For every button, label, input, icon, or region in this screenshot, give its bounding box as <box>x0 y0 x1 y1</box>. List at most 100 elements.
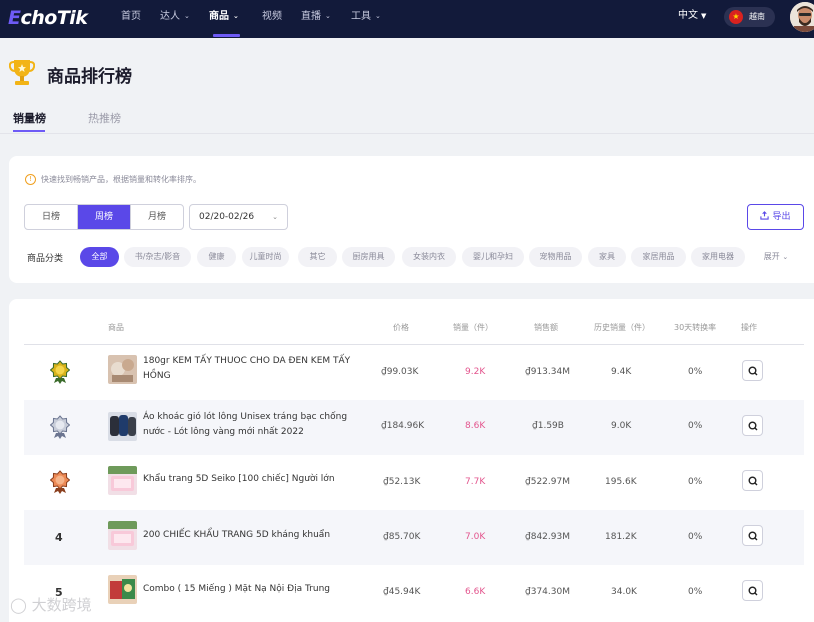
price-cell: ₫99.03K <box>381 367 419 377</box>
product-name[interactable]: 180gr KEM TẤY THUOC CHO DA ĐEN KEM TẤY H… <box>143 354 363 384</box>
col-header-revenue: 销售额 <box>534 323 558 332</box>
chevron-down-icon: ⌄ <box>782 253 789 261</box>
expand-categories-button[interactable]: 展开 ⌄ <box>756 247 796 267</box>
sales-cell: 9.2K <box>465 367 486 377</box>
category-womens-wear[interactable]: 女装内衣 <box>402 247 456 267</box>
trophy-icon <box>9 60 35 85</box>
conversion-cell: 0% <box>688 421 703 431</box>
sales-cell: 6.6K <box>465 587 486 597</box>
col-header-sales: 销量（件） <box>453 323 493 332</box>
product-thumbnail <box>108 355 137 384</box>
info-icon: ! <box>25 174 36 185</box>
category-kitchen[interactable]: 厨房用具 <box>342 247 395 267</box>
price-cell: ₫184.96K <box>381 421 425 431</box>
language-select[interactable]: 中文 ▼ <box>678 0 706 32</box>
category-baby-maternity[interactable]: 婴儿和孕妇 <box>462 247 524 267</box>
product-thumbnail <box>108 466 137 495</box>
sales-cell: 8.6K <box>465 421 486 431</box>
category-books-media[interactable]: 书/杂志/影音 <box>124 247 191 267</box>
category-other[interactable]: 其它 <box>298 247 337 267</box>
category-home[interactable]: 家居用品 <box>631 247 686 267</box>
search-icon <box>748 531 758 541</box>
search-icon <box>748 421 758 431</box>
history-sales-cell: 195.6K <box>605 477 637 487</box>
tab-hot-ranking[interactable]: 热推榜 <box>88 110 121 126</box>
bronze-medal-icon <box>50 470 70 494</box>
chevron-down-icon: ⌄ <box>272 213 278 221</box>
product-name[interactable]: Áo khoác gió lót lông Unisex tráng bạc c… <box>143 410 363 440</box>
product-name[interactable]: Khẩu trang 5D Seiko [100 chiếc] Người lớ… <box>143 472 363 487</box>
search-icon <box>748 476 758 486</box>
nav-item-home[interactable]: 首页 <box>121 0 141 38</box>
chevron-down-icon: ⌄ <box>325 12 331 20</box>
view-detail-button[interactable] <box>742 360 763 381</box>
sales-cell: 7.7K <box>465 477 486 487</box>
period-weekly-button[interactable]: 周榜 <box>78 205 131 229</box>
gold-medal-icon <box>50 360 70 384</box>
category-all[interactable]: 全部 <box>80 247 119 267</box>
export-icon <box>760 211 770 220</box>
nav-item-tools[interactable]: 工具 ⌄ <box>351 0 381 38</box>
table-row[interactable]: 4 200 CHIẾC KHẨU TRANG 5D kháng khuẩn ₫8… <box>24 510 804 565</box>
price-cell: ₫85.70K <box>383 532 421 542</box>
nav-item-videos[interactable]: 视频 <box>262 0 282 38</box>
col-header-product: 商品 <box>108 323 124 332</box>
date-range-select[interactable]: 02/20-02/26 ⌄ <box>189 204 288 230</box>
region-select[interactable]: ★ 越南 <box>724 7 775 27</box>
price-cell: ₫45.94K <box>383 587 421 597</box>
history-sales-cell: 9.4K <box>611 367 632 377</box>
col-header-conversion: 30天转换率 <box>674 323 717 332</box>
silver-medal-icon <box>50 415 70 439</box>
period-monthly-button[interactable]: 月榜 <box>131 205 183 229</box>
view-detail-button[interactable] <box>742 415 763 436</box>
tab-sales-ranking[interactable]: 销量榜 <box>13 110 46 126</box>
product-thumbnail <box>108 412 137 441</box>
chevron-down-icon: ⌄ <box>233 12 239 20</box>
category-furniture[interactable]: 家具 <box>588 247 626 267</box>
conversion-cell: 0% <box>688 477 703 487</box>
tabs-divider <box>0 133 814 134</box>
top-nav: EchoTik 首页 达人 ⌄ 商品 ⌄ 视频 直播 ⌄ 工具 ⌄ 中文 ▼ ★ 越南 <box>0 0 814 38</box>
watermark: ◯ 大数跨境 <box>10 596 92 614</box>
revenue-cell: ₫913.34M <box>525 367 570 377</box>
watermark-logo-icon: ◯ <box>10 596 27 614</box>
category-health[interactable]: 健康 <box>197 247 236 267</box>
col-header-price: 价格 <box>393 323 409 332</box>
category-kids-fashion[interactable]: 儿童时尚 <box>242 247 289 267</box>
price-cell: ₫52.13K <box>383 477 421 487</box>
table-row[interactable]: Áo khoác gió lót lông Unisex tráng bạc c… <box>24 400 804 455</box>
search-icon <box>748 366 758 376</box>
echotik-logo[interactable]: EchoTik <box>8 7 88 29</box>
product-thumbnail <box>108 575 137 604</box>
period-daily-button[interactable]: 日榜 <box>25 205 78 229</box>
product-name[interactable]: Combo ( 15 Miếng ) Mặt Nạ Nội Địa Trung <box>143 582 363 597</box>
col-header-action: 操作 <box>741 323 757 332</box>
view-detail-button[interactable] <box>742 470 763 491</box>
rank-number: 4 <box>55 531 63 544</box>
chevron-down-icon: ⌄ <box>375 12 381 20</box>
page-title: 商品排行榜 <box>47 67 132 87</box>
history-sales-cell: 9.0K <box>611 421 632 431</box>
view-detail-button[interactable] <box>742 525 763 546</box>
nav-item-creators[interactable]: 达人 ⌄ <box>160 0 190 38</box>
table-row[interactable]: Khẩu trang 5D Seiko [100 chiếc] Người lớ… <box>24 455 804 510</box>
sales-cell: 7.0K <box>465 532 486 542</box>
table-row[interactable]: 5 Combo ( 15 Miếng ) Mặt Nạ Nội Địa Trun… <box>24 565 804 620</box>
conversion-cell: 0% <box>688 532 703 542</box>
conversion-cell: 0% <box>688 587 703 597</box>
caret-down-icon: ▼ <box>701 12 707 20</box>
nav-item-products[interactable]: 商品 ⌄ <box>209 0 239 38</box>
table-row[interactable]: 180gr KEM TẤY THUOC CHO DA ĐEN KEM TẤY H… <box>24 345 804 400</box>
product-name[interactable]: 200 CHIẾC KHẨU TRANG 5D kháng khuẩn <box>143 528 363 543</box>
category-pet[interactable]: 宠物用品 <box>529 247 582 267</box>
user-avatar[interactable] <box>790 2 814 32</box>
filter-panel: ! 快速找到畅销产品，根据销量和转化率排序。 日榜 周榜 月榜 02/20-02/… <box>9 156 814 283</box>
conversion-cell: 0% <box>688 367 703 377</box>
revenue-cell: ₫1.59B <box>532 421 564 431</box>
category-appliances[interactable]: 家用电器 <box>691 247 745 267</box>
export-button[interactable]: 导出 <box>747 204 804 230</box>
nav-item-live[interactable]: 直播 ⌄ <box>301 0 331 38</box>
view-detail-button[interactable] <box>742 580 763 601</box>
history-sales-cell: 34.0K <box>611 587 637 597</box>
revenue-cell: ₫522.97M <box>525 477 570 487</box>
